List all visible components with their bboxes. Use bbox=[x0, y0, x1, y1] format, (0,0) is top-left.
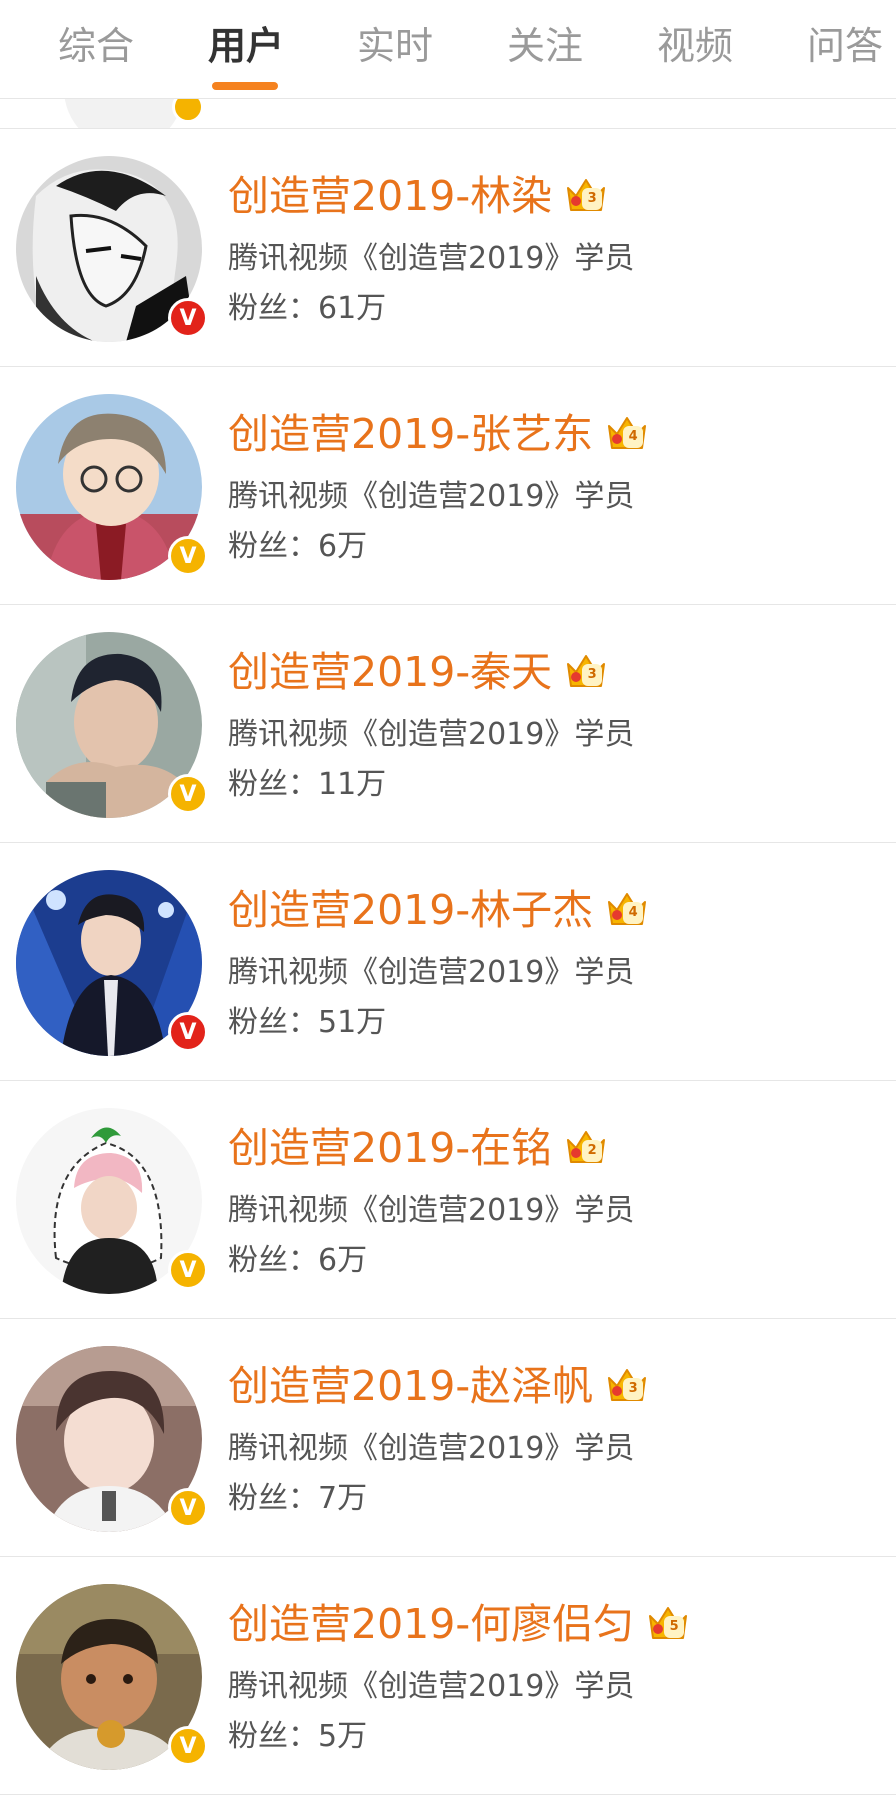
fan-count: 粉丝：5万 bbox=[228, 1715, 367, 1759]
fans-value: 7万 bbox=[318, 1481, 368, 1516]
verified-badge-icon: V bbox=[168, 1726, 208, 1766]
fans-label: 粉丝： bbox=[228, 529, 318, 564]
fan-count: 粉丝：6万 bbox=[228, 525, 367, 569]
user-name[interactable]: 创造营2019-在铭 bbox=[228, 1121, 552, 1175]
user-description: 腾讯视频《创造营2019》学员 bbox=[228, 717, 635, 752]
user-result-list: V 创造营2019-林染 3 腾讯视频《创造营2019》学员 粉丝：61万 V 创造营201… bbox=[0, 99, 896, 1795]
crown-icon: 4 bbox=[605, 888, 649, 932]
member-level: 4 bbox=[628, 905, 638, 920]
user-name[interactable]: 创造营2019-林染 bbox=[228, 169, 552, 223]
tab-following[interactable]: 关注 bbox=[507, 16, 583, 76]
user-result-row[interactable]: V 创造营2019-在铭 2 腾讯视频《创造营2019》学员 粉丝：6万 bbox=[0, 1081, 896, 1319]
user-result-row[interactable]: V 创造营2019-张艺东 4 腾讯视频《创造营2019》学员 粉丝：6万 bbox=[0, 367, 896, 605]
list-item-partial[interactable] bbox=[0, 99, 896, 129]
user-name-line: 创造营2019-何廖侣匀 5 bbox=[228, 1597, 690, 1651]
verified-badge-icon: V bbox=[168, 298, 208, 338]
fans-value: 11万 bbox=[318, 767, 387, 802]
fans-value: 6万 bbox=[318, 529, 368, 564]
user-description: 腾讯视频《创造营2019》学员 bbox=[228, 479, 635, 514]
user-description: 腾讯视频《创造营2019》学员 bbox=[228, 1669, 635, 1704]
member-level: 2 bbox=[587, 1143, 597, 1158]
crown-icon: 3 bbox=[564, 650, 608, 694]
crown-icon: 3 bbox=[605, 1364, 649, 1408]
fan-count: 粉丝：51万 bbox=[228, 1001, 386, 1045]
user-name[interactable]: 创造营2019-秦天 bbox=[228, 645, 552, 699]
user-name[interactable]: 创造营2019-张艺东 bbox=[228, 407, 593, 461]
fans-label: 粉丝： bbox=[228, 1719, 318, 1754]
user-name[interactable]: 创造营2019-何廖侣匀 bbox=[228, 1597, 634, 1651]
crown-icon: 3 bbox=[564, 174, 608, 218]
tab-qa[interactable]: 问答 bbox=[807, 16, 883, 76]
user-result-row[interactable]: V 创造营2019-秦天 3 腾讯视频《创造营2019》学员 粉丝：11万 bbox=[0, 605, 896, 843]
fans-label: 粉丝： bbox=[228, 1005, 318, 1040]
fans-label: 粉丝： bbox=[228, 767, 318, 802]
fan-count: 粉丝：6万 bbox=[228, 1239, 367, 1283]
member-level: 3 bbox=[628, 1381, 638, 1396]
verified-badge-icon bbox=[172, 99, 204, 123]
member-level: 4 bbox=[628, 429, 638, 444]
user-name-line: 创造营2019-在铭 2 bbox=[228, 1121, 608, 1175]
tab-users[interactable]: 用户 bbox=[208, 16, 284, 76]
avatar bbox=[64, 99, 184, 128]
user-result-row[interactable]: V 创造营2019-林染 3 腾讯视频《创造营2019》学员 粉丝：61万 bbox=[0, 129, 896, 367]
member-level: 3 bbox=[587, 667, 597, 682]
verified-badge-icon: V bbox=[168, 1012, 208, 1052]
user-name-line: 创造营2019-秦天 3 bbox=[228, 645, 608, 699]
user-name-line: 创造营2019-张艺东 4 bbox=[228, 407, 649, 461]
user-name-line: 创造营2019-林子杰 4 bbox=[228, 883, 649, 937]
tab-realtime[interactable]: 实时 bbox=[357, 16, 433, 76]
verified-badge-icon: V bbox=[168, 774, 208, 814]
verified-badge-icon: V bbox=[168, 536, 208, 576]
tab-comprehensive[interactable]: 综合 bbox=[58, 16, 134, 76]
fans-label: 粉丝： bbox=[228, 291, 318, 326]
fans-value: 61万 bbox=[318, 291, 387, 326]
user-description: 腾讯视频《创造营2019》学员 bbox=[228, 1431, 635, 1466]
user-name[interactable]: 创造营2019-赵泽帆 bbox=[228, 1359, 593, 1413]
crown-icon: 4 bbox=[605, 412, 649, 456]
member-level: 5 bbox=[669, 1619, 679, 1634]
fan-count: 粉丝：7万 bbox=[228, 1477, 367, 1521]
fans-value: 51万 bbox=[318, 1005, 387, 1040]
tab-video[interactable]: 视频 bbox=[657, 16, 733, 76]
crown-icon: 5 bbox=[646, 1602, 690, 1646]
fans-value: 5万 bbox=[318, 1719, 368, 1754]
fans-value: 6万 bbox=[318, 1243, 368, 1278]
fans-label: 粉丝： bbox=[228, 1481, 318, 1516]
fan-count: 粉丝：11万 bbox=[228, 763, 386, 807]
user-description: 腾讯视频《创造营2019》学员 bbox=[228, 241, 635, 276]
fan-count: 粉丝：61万 bbox=[228, 287, 386, 331]
search-tab-bar: 综合 用户 实时 关注 视频 问答 bbox=[0, 0, 896, 99]
user-result-row[interactable]: V 创造营2019-林子杰 4 腾讯视频《创造营2019》学员 粉丝：51万 bbox=[0, 843, 896, 1081]
fans-label: 粉丝： bbox=[228, 1243, 318, 1278]
user-result-row[interactable]: V 创造营2019-何廖侣匀 5 腾讯视频《创造营2019》学员 粉丝：5万 bbox=[0, 1557, 896, 1795]
user-name-line: 创造营2019-赵泽帆 3 bbox=[228, 1359, 649, 1413]
user-description: 腾讯视频《创造营2019》学员 bbox=[228, 1193, 635, 1228]
verified-badge-icon: V bbox=[168, 1488, 208, 1528]
verified-badge-icon: V bbox=[168, 1250, 208, 1290]
member-level: 3 bbox=[587, 191, 597, 206]
crown-icon: 2 bbox=[564, 1126, 608, 1170]
user-result-row[interactable]: V 创造营2019-赵泽帆 3 腾讯视频《创造营2019》学员 粉丝：7万 bbox=[0, 1319, 896, 1557]
active-tab-indicator bbox=[212, 82, 278, 90]
user-name-line: 创造营2019-林染 3 bbox=[228, 169, 608, 223]
user-name[interactable]: 创造营2019-林子杰 bbox=[228, 883, 593, 937]
user-description: 腾讯视频《创造营2019》学员 bbox=[228, 955, 635, 990]
